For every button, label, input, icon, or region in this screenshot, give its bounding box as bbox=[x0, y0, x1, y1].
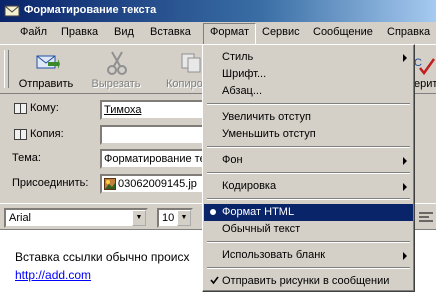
send-button[interactable]: Отправить bbox=[14, 48, 78, 92]
menu-item-label: Фон bbox=[222, 154, 243, 166]
menu-item-label: Обычный текст bbox=[222, 223, 301, 235]
cut-label: Вырезать bbox=[91, 78, 141, 90]
menu-separator bbox=[207, 103, 410, 105]
copy-label: Копиро bbox=[166, 78, 203, 90]
menu-insert[interactable]: Вставка bbox=[150, 26, 191, 38]
menu-item-plain-text[interactable]: Обычный текст bbox=[204, 221, 413, 238]
menu-item-paragraph[interactable]: Абзац... bbox=[204, 83, 413, 100]
menu-file[interactable]: Файл bbox=[20, 26, 47, 38]
radio-selected-icon bbox=[210, 209, 216, 215]
align-icon[interactable] bbox=[416, 210, 436, 226]
menu-item-encoding[interactable]: Кодировка bbox=[204, 178, 413, 195]
body-text: Вставка ссылки обычно происх bbox=[15, 250, 190, 264]
cc-address-button[interactable]: Копия: bbox=[14, 128, 64, 140]
to-label: Кому: bbox=[30, 102, 59, 114]
spellcheck-icon: С bbox=[414, 57, 436, 76]
menu-item-label: Уменьшить отступ bbox=[222, 128, 316, 140]
title-bar: Форматирование текста bbox=[0, 0, 436, 22]
scissors-icon bbox=[107, 51, 127, 75]
to-recipient[interactable]: Тимоха bbox=[104, 104, 141, 116]
font-select[interactable]: Arial ▼ bbox=[4, 208, 148, 228]
menu-item-send-pictures[interactable]: Отправить рисунки в сообщении bbox=[204, 273, 413, 290]
menu-item-label: Абзац... bbox=[222, 85, 263, 97]
toolbar-grip[interactable] bbox=[4, 50, 9, 88]
menu-separator bbox=[207, 241, 410, 243]
menu-edit[interactable]: Правка bbox=[61, 26, 98, 38]
menu-item-label: Шрифт... bbox=[222, 68, 267, 80]
menu-item-label: Стиль bbox=[222, 51, 254, 63]
menu-item-indent-decrease[interactable]: Уменьшить отступ bbox=[204, 126, 413, 143]
to-address-button[interactable]: Кому: bbox=[14, 102, 59, 114]
image-file-icon bbox=[104, 178, 116, 190]
menu-separator bbox=[207, 267, 410, 269]
menu-message[interactable]: Сообщение bbox=[313, 26, 373, 38]
menu-help[interactable]: Справка bbox=[387, 26, 430, 38]
chevron-down-icon[interactable]: ▼ bbox=[177, 210, 191, 226]
menu-item-style[interactable]: Стиль bbox=[204, 49, 413, 66]
send-label: Отправить bbox=[18, 78, 74, 90]
menu-item-label: Формат HTML bbox=[222, 206, 295, 218]
attachment-name[interactable]: 03062009145.jp bbox=[118, 178, 197, 190]
menu-item-label: Увеличить отступ bbox=[222, 111, 312, 123]
size-select[interactable]: 10 ▼ bbox=[157, 208, 193, 228]
submenu-arrow-icon bbox=[403, 54, 407, 62]
menu-item-html[interactable]: Формат HTML bbox=[204, 204, 413, 221]
copy-icon bbox=[181, 53, 201, 73]
cut-button[interactable]: Вырезать bbox=[84, 48, 148, 92]
menu-item-template[interactable]: Использовать бланк bbox=[204, 247, 413, 264]
menu-item-background[interactable]: Фон bbox=[204, 152, 413, 169]
menu-separator bbox=[207, 198, 410, 200]
cc-label: Копия: bbox=[30, 128, 64, 140]
address-book-icon bbox=[14, 102, 27, 114]
menu-bar: Файл Правка Вид Вставка Формат Сервис Со… bbox=[0, 22, 436, 45]
svg-text:С: С bbox=[414, 57, 422, 69]
address-book-icon bbox=[14, 128, 27, 140]
send-icon bbox=[36, 55, 60, 69]
menu-item-label: Кодировка bbox=[222, 180, 277, 192]
body-link[interactable]: http://add.com bbox=[15, 268, 91, 282]
menu-view[interactable]: Вид bbox=[114, 26, 134, 38]
chevron-down-icon[interactable]: ▼ bbox=[132, 210, 146, 226]
copy-button[interactable]: Копиро bbox=[160, 48, 204, 92]
format-menu: Стиль Шрифт... Абзац... Увеличить отступ… bbox=[202, 44, 415, 292]
font-value: Arial bbox=[9, 212, 32, 224]
submenu-arrow-icon bbox=[403, 183, 407, 191]
menu-item-label: Использовать бланк bbox=[222, 249, 326, 261]
size-value: 10 bbox=[162, 212, 175, 224]
menu-item-label: Отправить рисунки в сообщении bbox=[222, 275, 390, 287]
menu-format[interactable]: Формат bbox=[203, 23, 257, 44]
menu-tools[interactable]: Сервис bbox=[262, 26, 300, 38]
check-label: ерить bbox=[414, 78, 436, 90]
menu-item-font[interactable]: Шрифт... bbox=[204, 66, 413, 83]
menu-item-indent-increase[interactable]: Увеличить отступ bbox=[204, 109, 413, 126]
menu-separator bbox=[207, 172, 410, 174]
window-icon[interactable] bbox=[4, 3, 20, 19]
window-title: Форматирование текста bbox=[24, 4, 157, 16]
submenu-arrow-icon bbox=[403, 157, 407, 165]
menu-separator bbox=[207, 146, 410, 148]
check-button[interactable]: С ерить bbox=[412, 48, 436, 92]
checkmark-icon bbox=[210, 276, 219, 285]
subject-value: Форматирование те bbox=[104, 153, 206, 165]
subject-label: Тема: bbox=[12, 152, 41, 164]
submenu-arrow-icon bbox=[403, 252, 407, 260]
attach-label: Присоединить: bbox=[12, 177, 89, 189]
